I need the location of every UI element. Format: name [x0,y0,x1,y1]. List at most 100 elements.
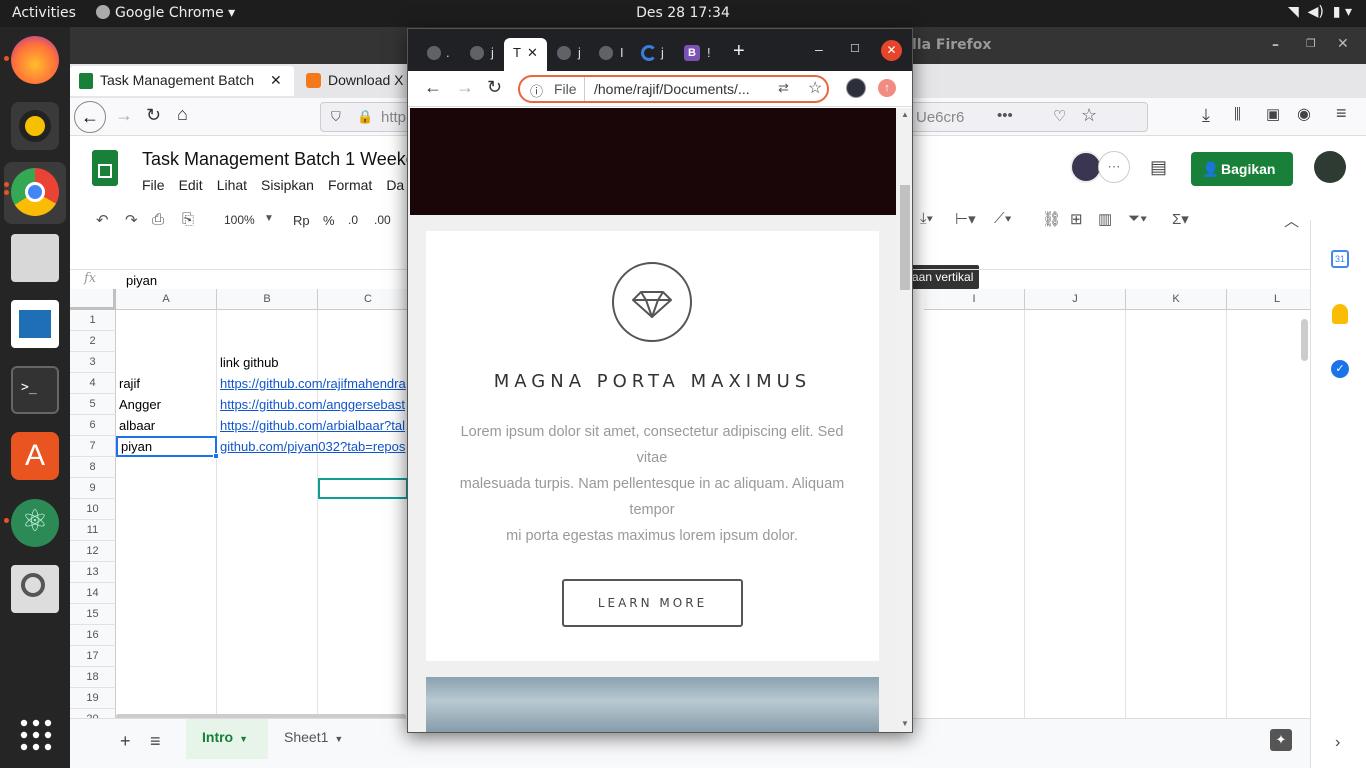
row-header[interactable]: 10 [70,499,116,520]
percent-button[interactable]: % [323,213,335,228]
system-tray[interactable]: ◥ ◀) ▮ ▾ [1288,4,1352,20]
cell-b3[interactable]: link github [217,352,317,373]
column-header[interactable]: B [217,289,318,310]
row-header[interactable]: 2 [70,331,116,352]
show-apps-icon[interactable] [19,718,53,752]
chrome-tab[interactable]: I [593,38,635,71]
functions-icon[interactable]: Σ▾ [1172,210,1189,228]
maximize-icon[interactable]: ☐ [850,42,860,55]
row-header[interactable]: 5 [70,394,116,415]
firefox-icon[interactable] [11,36,59,84]
row-header[interactable]: 8 [70,457,116,478]
keep-icon[interactable] [1332,304,1348,324]
update-icon[interactable]: ↑ [878,79,896,97]
pocket-icon[interactable]: ♡ [1053,107,1066,125]
new-tab-icon[interactable]: + [733,40,745,63]
insert-comment-icon[interactable]: ⊞ [1070,210,1083,228]
omnibox[interactable]: ⓘ File /home/rajif/Documents/... ⇄ ☆ [518,75,829,103]
reload-icon[interactable]: ↻ [487,77,502,98]
row-header[interactable]: 13 [70,562,116,583]
all-sheets-icon[interactable]: ≡ [150,731,161,752]
back-arrow-icon[interactable]: ← [424,77,442,98]
cell-b7-link[interactable]: github.com/piyan032?tab=repos [217,436,407,457]
row-header[interactable]: 16 [70,625,116,646]
cell-b6-link[interactable]: https://github.com/arbialbaar?tal [217,415,407,436]
sheet-tab-intro[interactable]: Intro ▼ [186,719,268,759]
row-header[interactable]: 9 [70,478,116,499]
share-button[interactable]: 👤 Bagikan [1191,152,1293,186]
select-all-corner[interactable] [70,289,116,310]
scroll-thumb[interactable] [900,185,910,290]
chrome-tab[interactable]: j [637,38,679,71]
print-icon[interactable]: ⎙ [152,211,164,228]
chrome-tab[interactable]: j [549,38,591,71]
vertical-scrollbar[interactable] [1301,319,1308,361]
column-header[interactable]: I [924,289,1025,310]
more-dots-icon[interactable]: ••• [997,107,1013,124]
image-viewer-icon[interactable] [11,565,59,613]
explore-icon[interactable]: ✦ [1270,729,1292,751]
cell-a6[interactable]: albaar [116,415,216,436]
decrease-decimal-button[interactable]: .0 [348,213,358,227]
row-header[interactable]: 3 [70,352,116,373]
chrome-tab[interactable]: B! [681,38,723,71]
close-icon[interactable]: ✕ [1337,36,1349,52]
redo-icon[interactable]: ↷ [125,211,138,229]
expand-panel-icon[interactable]: › [1335,734,1340,752]
bookmark-star-icon[interactable]: ☆ [808,78,822,98]
user-avatar[interactable] [1314,151,1346,183]
column-header[interactable]: L [1227,289,1310,310]
collapse-toolbar-icon[interactable]: ︿ [1284,210,1299,231]
row-header[interactable]: 1 [70,310,116,331]
close-icon[interactable]: ✕ [881,40,902,61]
chrome-tab[interactable]: . [416,38,458,71]
text-rotation-icon[interactable]: ⟋▾ [994,210,1012,227]
row-header[interactable]: 11 [70,520,116,541]
home-icon[interactable]: ⌂ [177,104,188,125]
column-header[interactable]: C [318,289,419,310]
rhythmbox-icon[interactable] [11,102,59,150]
scroll-down-icon[interactable]: ▼ [901,719,909,728]
calendar-icon[interactable]: 31 [1331,250,1349,268]
increase-decimal-button[interactable]: .00 [374,213,391,227]
cell-b5-link[interactable]: https://github.com/anggersebast [217,394,407,415]
tasks-icon[interactable]: ✓ [1331,360,1349,378]
row-header[interactable]: 18 [70,667,116,688]
comment-icon[interactable]: ▤ [1150,157,1167,178]
menu-edit[interactable]: Edit [179,177,203,193]
files-icon[interactable] [11,234,59,282]
filter-icon[interactable]: ⏷▾ [1128,210,1147,227]
insert-link-icon[interactable]: ⛓ [1042,210,1061,228]
menu-insert[interactable]: Sisipkan [261,177,314,193]
vertical-align-icon[interactable]: ⤓▾ [920,210,933,227]
menu-file[interactable]: File [142,177,165,193]
cell-a7-selected[interactable]: piyan [116,436,217,457]
formula-input[interactable]: piyan [126,273,157,288]
bookmark-star-icon[interactable]: ☆ [1081,105,1097,126]
sidebar-icon[interactable]: ▣ [1266,105,1280,123]
row-header[interactable]: 7 [70,436,116,457]
chrome-tab[interactable]: j [460,38,502,71]
column-header[interactable]: K [1126,289,1227,310]
downloads-icon[interactable]: ⤓ [1202,105,1210,126]
row-header[interactable]: 6 [70,415,116,436]
add-sheet-icon[interactable]: + [120,731,131,752]
menu-data[interactable]: Da [386,177,404,193]
row-header[interactable]: 4 [70,373,116,394]
tab-close-icon[interactable]: ✕ [527,45,538,61]
scroll-up-icon[interactable]: ▲ [901,110,909,119]
chrome-icon[interactable] [11,168,59,216]
chrome-tab-active[interactable]: T ✕ [504,38,547,71]
collaborator-chat-icon[interactable]: ⋯ [1098,151,1130,183]
text-wrap-icon[interactable]: ⊢▾ [955,210,976,228]
ff-tab-sheets[interactable]: Task Management Batch ✕ [70,66,294,96]
forward-arrow-icon[interactable]: → [456,77,474,98]
sheets-logo-icon[interactable] [92,150,118,186]
libreoffice-impress-icon[interactable] [11,300,59,348]
paint-format-icon[interactable]: ⎘ [182,211,194,228]
back-arrow-icon[interactable]: ← [74,101,106,133]
menu-format[interactable]: Format [328,177,372,193]
undo-icon[interactable]: ↶ [96,211,109,229]
page-scrollbar[interactable]: ▲ ▼ [898,108,912,732]
document-title[interactable]: Task Management Batch 1 Weeke [142,149,416,170]
